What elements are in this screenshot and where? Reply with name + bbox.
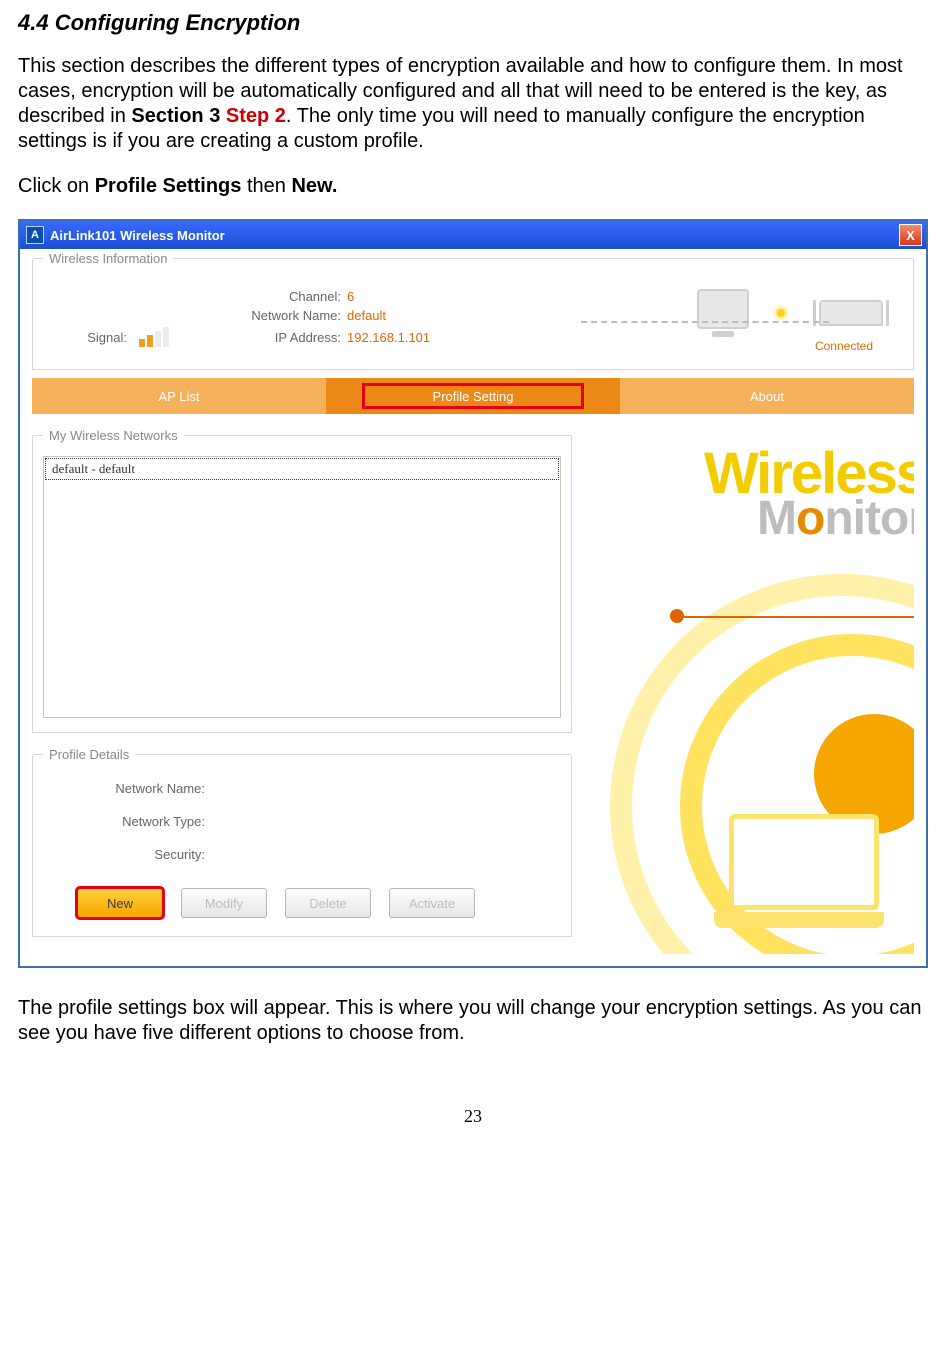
ip-label: IP Address: xyxy=(207,330,347,345)
modify-button[interactable]: Modify xyxy=(181,888,267,918)
button-row: New Modify Delete Activate xyxy=(43,880,561,922)
delete-button[interactable]: Delete xyxy=(285,888,371,918)
profile-details-group: Profile Details Network Name: Network Ty… xyxy=(32,755,572,937)
wireless-monitor-logo: Wireless Monitor xyxy=(704,440,914,546)
detail-nettype-value xyxy=(213,814,561,829)
detail-netname-label: Network Name: xyxy=(43,781,213,796)
link-line-icon xyxy=(581,321,829,323)
p1-step2: Step 2 xyxy=(226,105,286,127)
signal-label: Signal: xyxy=(47,330,133,345)
logo-m-pre: M xyxy=(757,492,796,545)
my-networks-group: My Wireless Networks default - default xyxy=(32,436,572,733)
ip-value: 192.168.1.101 xyxy=(347,330,517,345)
connected-label: Connected xyxy=(517,339,899,353)
logo-m-o: o xyxy=(796,492,824,545)
paragraph-2: Click on Profile Settings then New. xyxy=(18,174,928,199)
app-window: A AirLink101 Wireless Monitor X Wireless… xyxy=(18,219,928,968)
monitor-icon xyxy=(697,289,749,337)
signal-bars-icon xyxy=(139,327,169,347)
left-column: My Wireless Networks default - default P… xyxy=(32,414,572,954)
paragraph-1: This section describes the different typ… xyxy=(18,54,928,154)
detail-netname-value xyxy=(213,781,561,796)
networks-listbox[interactable]: default - default xyxy=(43,456,561,718)
new-button[interactable]: New xyxy=(77,888,163,918)
p2-c: then xyxy=(241,175,291,197)
status-dot-icon xyxy=(777,309,785,317)
titlebar[interactable]: A AirLink101 Wireless Monitor X xyxy=(20,221,926,249)
my-networks-label: My Wireless Networks xyxy=(43,428,184,443)
window-title: AirLink101 Wireless Monitor xyxy=(50,228,899,243)
detail-security-value xyxy=(213,847,561,862)
page-number: 23 xyxy=(18,1106,928,1127)
right-artwork: Wireless Monitor xyxy=(572,414,914,954)
p1-section3: Section 3 xyxy=(131,105,225,127)
wireless-info-label: Wireless Information xyxy=(43,251,173,266)
wireless-info-group: Wireless Information Channel: 6 Network … xyxy=(32,259,914,370)
profile-details-label: Profile Details xyxy=(43,747,135,762)
tab-about[interactable]: About xyxy=(620,378,914,414)
p2-profile-settings: Profile Settings xyxy=(95,175,242,197)
window-body: Wireless Information Channel: 6 Network … xyxy=(20,259,926,954)
detail-security-label: Security: xyxy=(43,847,213,862)
logo-m-post: nitor xyxy=(824,492,914,545)
tab-profile-setting[interactable]: Profile Setting xyxy=(326,378,620,414)
list-item[interactable]: default - default xyxy=(45,458,559,480)
section-heading: 4.4 Configuring Encryption xyxy=(18,10,928,36)
channel-label: Channel: xyxy=(207,289,347,304)
activate-button[interactable]: Activate xyxy=(389,888,475,918)
p2-new: New. xyxy=(291,175,337,197)
paragraph-3: The profile settings box will appear. Th… xyxy=(18,996,928,1046)
orbit-dot-icon xyxy=(670,609,684,623)
detail-nettype-label: Network Type: xyxy=(43,814,213,829)
laptop-icon xyxy=(729,814,884,928)
app-icon: A xyxy=(26,226,44,244)
network-name-label: Network Name: xyxy=(207,308,347,323)
highlight-box-icon xyxy=(362,383,584,409)
orbit-line-icon xyxy=(684,616,914,618)
channel-value: 6 xyxy=(347,289,517,304)
connection-diagram xyxy=(517,289,899,337)
close-button[interactable]: X xyxy=(899,224,922,246)
p2-a: Click on xyxy=(18,175,95,197)
lower-area: My Wireless Networks default - default P… xyxy=(32,414,914,954)
tab-bar: AP List Profile Setting About xyxy=(32,378,914,414)
tab-ap-list[interactable]: AP List xyxy=(32,378,326,414)
network-name-value: default xyxy=(347,308,517,323)
